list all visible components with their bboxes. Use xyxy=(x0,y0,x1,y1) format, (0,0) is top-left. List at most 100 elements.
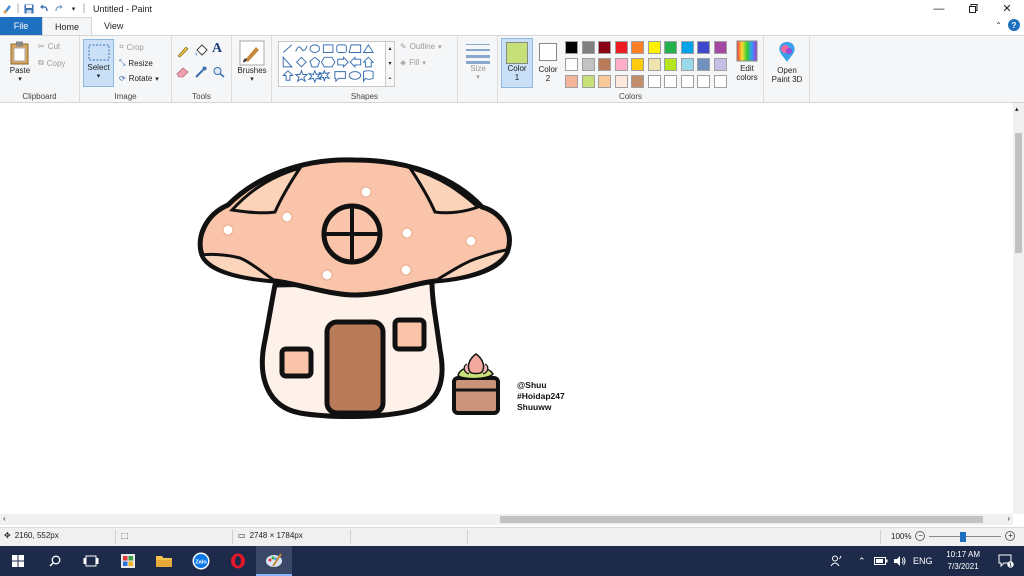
zoom-slider-thumb[interactable] xyxy=(960,531,967,542)
pencil-icon[interactable] xyxy=(176,44,190,58)
color-swatch[interactable] xyxy=(713,41,727,54)
canvas-area[interactable]: @Shuu #Hoidap247 Shuuww xyxy=(0,103,1013,514)
taskbar-file-explorer[interactable] xyxy=(146,546,182,576)
zoom-in-button[interactable]: + xyxy=(1005,531,1016,541)
taskbar-clock[interactable]: 10:17 AM 7/3/2021 xyxy=(946,549,980,573)
outline-button[interactable]: ✎ Outline ▾ xyxy=(400,42,442,51)
fill-bucket-icon[interactable] xyxy=(194,44,208,58)
color-swatch[interactable] xyxy=(614,75,628,88)
collapse-ribbon-icon[interactable]: ⌃ xyxy=(995,21,1002,30)
zoom-out-button[interactable]: − xyxy=(915,531,926,541)
taskbar-app-store[interactable] xyxy=(110,546,146,576)
color-swatch[interactable] xyxy=(697,58,710,71)
paste-button[interactable]: Paste ▾ xyxy=(6,40,34,83)
vertical-scroll-thumb[interactable] xyxy=(1015,133,1022,253)
paint-app-icon[interactable] xyxy=(0,1,15,16)
scroll-up-icon[interactable]: ▴ xyxy=(1015,105,1019,113)
color-swatch[interactable] xyxy=(647,41,661,54)
color-swatch[interactable] xyxy=(598,75,611,88)
shapes-gallery[interactable] xyxy=(278,41,386,87)
color-swatch[interactable] xyxy=(631,58,644,71)
color-swatch[interactable] xyxy=(614,58,628,71)
scroll-left-icon[interactable]: ‹ xyxy=(3,514,6,523)
cut-button[interactable]: ✂ Cut xyxy=(38,42,60,51)
battery-icon[interactable] xyxy=(874,546,888,576)
undo-icon[interactable] xyxy=(36,1,51,16)
vertical-scrollbar[interactable]: ▴ xyxy=(1013,103,1024,514)
color-swatch[interactable] xyxy=(664,58,677,71)
color-swatch[interactable] xyxy=(565,58,578,71)
action-center-button[interactable]: 1 xyxy=(988,546,1024,576)
people-icon[interactable] xyxy=(830,546,842,576)
taskbar-zalo[interactable]: Zalo xyxy=(183,546,219,576)
copy-icon: ⧉ xyxy=(38,58,44,67)
color-swatch[interactable] xyxy=(664,41,677,54)
color-swatch[interactable] xyxy=(680,41,694,54)
fill-button[interactable]: ◈ Fill ▾ xyxy=(400,58,426,67)
color-swatch[interactable] xyxy=(664,75,677,88)
drawing-canvas[interactable]: @Shuu #Hoidap247 Shuuww xyxy=(0,103,1013,514)
copy-button[interactable]: ⧉ Copy xyxy=(38,58,65,68)
size-button[interactable]: Size ▾ xyxy=(463,42,493,81)
language-indicator[interactable]: ENG xyxy=(913,546,933,576)
color-wheel-icon xyxy=(736,40,758,62)
horizontal-scrollbar[interactable]: ‹ › xyxy=(0,514,1013,525)
zoom-slider[interactable] xyxy=(929,531,1002,542)
color-swatch[interactable] xyxy=(680,58,694,71)
edit-colors-button[interactable]: Edit colors xyxy=(732,40,762,82)
open-paint3d-button[interactable]: Open Paint 3D xyxy=(767,40,807,84)
color-swatch[interactable] xyxy=(598,58,611,71)
magnifier-icon[interactable] xyxy=(212,66,226,78)
color-swatch[interactable] xyxy=(581,58,595,71)
redo-icon[interactable] xyxy=(51,1,66,16)
color-swatch[interactable] xyxy=(631,41,644,54)
color-swatch[interactable] xyxy=(713,75,727,88)
color-swatch[interactable] xyxy=(697,41,710,54)
canvas-text-line3: Shuuww xyxy=(517,402,552,412)
color-swatch[interactable] xyxy=(713,58,727,71)
tab-view[interactable]: View xyxy=(92,17,135,35)
maximize-button[interactable] xyxy=(956,0,990,17)
start-button[interactable] xyxy=(0,546,36,576)
color-swatch[interactable] xyxy=(680,75,694,88)
tab-file[interactable]: File xyxy=(0,17,42,35)
select-button[interactable]: Select ▾ xyxy=(83,39,114,87)
horizontal-scroll-thumb[interactable] xyxy=(500,516,983,523)
rotate-button[interactable]: ⟳ Rotate ▾ xyxy=(119,74,159,83)
crop-button[interactable]: ⌗ Crop xyxy=(119,42,144,52)
color-swatch[interactable] xyxy=(581,75,595,88)
color1-button[interactable]: Color 1 xyxy=(501,38,533,88)
close-button[interactable]: ✕ xyxy=(990,0,1024,17)
eraser-icon[interactable] xyxy=(176,66,190,78)
show-hidden-icons-button[interactable]: ⌃ xyxy=(858,546,866,576)
text-tool-icon[interactable]: A xyxy=(212,41,222,57)
color-swatch[interactable] xyxy=(565,41,578,54)
search-button[interactable] xyxy=(37,546,73,576)
brushes-button[interactable]: Brushes ▾ xyxy=(235,40,269,83)
scroll-right-icon[interactable]: › xyxy=(1007,514,1010,523)
canvas-text-line1: @Shuu xyxy=(517,380,547,390)
task-view-button[interactable] xyxy=(73,546,109,576)
color-swatch[interactable] xyxy=(647,75,661,88)
save-icon[interactable] xyxy=(21,1,36,16)
brush-icon xyxy=(239,40,265,66)
minimize-button[interactable]: — xyxy=(922,0,956,17)
tab-home[interactable]: Home xyxy=(42,17,93,35)
color-swatch[interactable] xyxy=(697,75,710,88)
color-swatch[interactable] xyxy=(598,41,611,54)
shapes-scroll[interactable]: ▴ ▾ ⩡ xyxy=(386,41,395,87)
color-swatch[interactable] xyxy=(647,58,661,71)
help-icon[interactable]: ? xyxy=(1008,19,1020,31)
color-swatch[interactable] xyxy=(565,75,578,88)
taskbar-opera[interactable] xyxy=(220,546,256,576)
resize-button[interactable]: ⤡ Resize xyxy=(119,58,153,68)
color-picker-icon[interactable] xyxy=(194,66,208,78)
customize-dropdown-icon[interactable]: ▾ xyxy=(66,1,81,16)
color-swatch[interactable] xyxy=(581,41,595,54)
color-swatch[interactable] xyxy=(614,41,628,54)
volume-icon[interactable] xyxy=(893,546,907,576)
selection-icon: ⬚ xyxy=(121,531,129,540)
color2-button[interactable]: Color 2 xyxy=(535,40,561,83)
taskbar-paint[interactable] xyxy=(256,546,292,576)
color-swatch[interactable] xyxy=(631,75,644,88)
